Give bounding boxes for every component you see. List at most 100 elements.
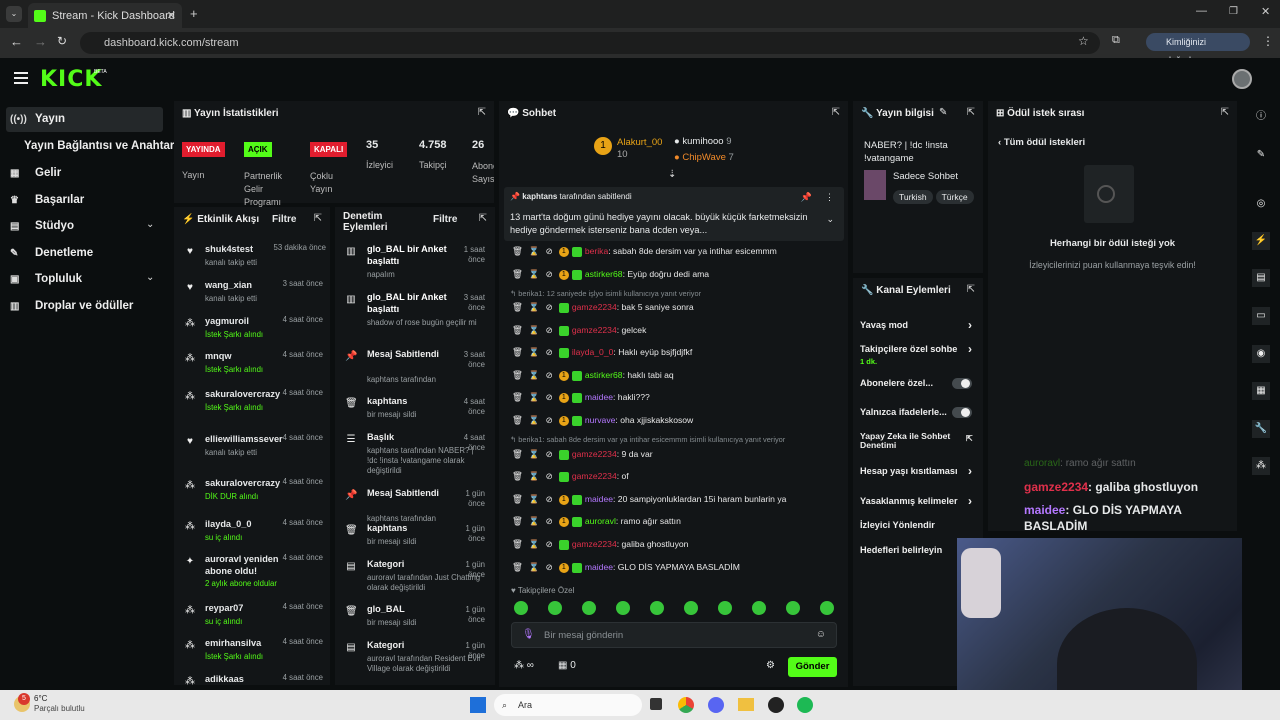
expand-icon[interactable]: ⇱: [1221, 107, 1229, 118]
toggle-switch[interactable]: [952, 378, 972, 390]
ban-icon[interactable]: ⊘: [546, 392, 553, 402]
activity-item[interactable]: ⁂ reypar07 4 saat önce su iç alındı: [174, 602, 330, 636]
emoji-icon[interactable]: ☺: [816, 629, 826, 640]
points-indicator[interactable]: ⁂ ∞: [514, 660, 534, 671]
channel-action[interactable]: Yavaş mod ›: [860, 318, 980, 332]
emote-icon[interactable]: [548, 601, 562, 615]
edit-icon[interactable]: ✎: [939, 107, 947, 118]
hamburger-menu-icon[interactable]: [14, 72, 28, 84]
sidebar-item-droplar[interactable]: ▥ Droplar ve ödüller: [10, 300, 133, 312]
activity-item[interactable]: ⁂ sakuralovercrazy 4 saat önce İstek Şar…: [174, 388, 330, 422]
chat-username[interactable]: gamze2234: [572, 539, 617, 549]
mod-item[interactable]: ☰ Başlık 4 saat önce kaphtans tarafından…: [335, 431, 495, 475]
emote-icon[interactable]: [718, 601, 732, 615]
delete-icon[interactable]: 🗑: [512, 415, 523, 425]
close-window-icon[interactable]: ✕: [1261, 5, 1270, 18]
timeout-icon[interactable]: ⌛: [529, 494, 540, 504]
chat-message[interactable]: 🗑 ⌛ ⊘ ilayda_0_0: Haklı eyüp bsjfjdjfkf: [512, 347, 692, 358]
delete-icon[interactable]: 🗑: [512, 302, 523, 312]
back-icon[interactable]: ←: [10, 34, 23, 49]
timeout-icon[interactable]: ⌛: [529, 392, 540, 402]
activity-item[interactable]: ⁂ adikkaas 4 saat önce: [174, 673, 330, 685]
tag-chip[interactable]: Turkish: [893, 190, 933, 204]
chat-message[interactable]: 🗑 ⌛ ⊘ gamze2234: of: [512, 471, 629, 482]
timeout-icon[interactable]: ⌛: [529, 302, 540, 312]
ban-icon[interactable]: ⊘: [546, 370, 553, 380]
task-view-icon[interactable]: [650, 698, 662, 710]
store-indicator[interactable]: ▦ 0: [558, 660, 576, 671]
chat-message[interactable]: 🗑 ⌛ ⊘ gamze2234: bak 5 saniye sonra: [512, 302, 694, 313]
emote-icon[interactable]: [684, 601, 698, 615]
channel-action[interactable]: Yalnızca ifadelerle...: [860, 407, 980, 419]
channel-action[interactable]: Yapay Zeka ile Sohbet Denetimi ⇱: [860, 432, 980, 452]
chat-username[interactable]: auroravl: [585, 516, 616, 526]
chat-message[interactable]: 🗑 ⌛ ⊘ gamze2234: 9 da var: [512, 449, 653, 460]
category-name[interactable]: Sadece Sohbet: [893, 171, 958, 182]
channel-action[interactable]: Hesap yaşı kısıtlaması ›: [860, 464, 980, 478]
channel-action[interactable]: İzleyici Yönlendir: [860, 520, 980, 532]
delete-icon[interactable]: 🗑: [512, 516, 523, 526]
taskbar-search[interactable]: Ara ⌕: [494, 694, 642, 716]
ban-icon[interactable]: ⊘: [546, 325, 553, 335]
file-explorer-icon[interactable]: [738, 698, 754, 711]
expand-icon[interactable]: ⇱: [479, 213, 487, 224]
extensions-icon[interactable]: ⧉: [1112, 34, 1120, 47]
mod-item[interactable]: ▤ Kategori 1 gün önce auroravl tarafında…: [335, 558, 495, 602]
emote-icon[interactable]: [650, 601, 664, 615]
timeout-icon[interactable]: ⌛: [529, 539, 540, 549]
chat-username[interactable]: gamze2234: [572, 449, 617, 459]
chat-message[interactable]: 🗑 ⌛ ⊘ 1 auroravl: ramo ağır sattın: [512, 516, 681, 527]
delete-icon[interactable]: 🗑: [512, 494, 523, 504]
activity-item[interactable]: ✦ auroravl yeniden abone oldu! 4 saat ön…: [174, 553, 330, 588]
maximize-icon[interactable]: ❐: [1229, 6, 1238, 17]
sidebar-item-denetleme[interactable]: ✎ Denetleme: [10, 247, 93, 259]
chat-settings-icon[interactable]: ⚙: [766, 660, 775, 671]
bookmark-star-icon[interactable]: ☆: [1078, 34, 1089, 48]
timeout-icon[interactable]: ⌛: [529, 370, 540, 380]
emote-icon[interactable]: [514, 601, 528, 615]
chevron-down-icon[interactable]: ⌄: [146, 272, 154, 283]
chat-message[interactable]: 🗑 ⌛ ⊘ 1 maidee: GLO DİS YAPMAYA BASLADİM: [512, 562, 740, 573]
chat-username[interactable]: maidee: [585, 392, 613, 402]
chat-input[interactable]: 🎙 Bir mesaj gönderin ☺: [511, 622, 837, 648]
mod-item[interactable]: ▥ glo_BAL bir Anket başlattı 1 saat önce…: [335, 243, 495, 287]
timeout-icon[interactable]: ⌛: [529, 471, 540, 481]
ban-icon[interactable]: ⊘: [546, 562, 553, 572]
channel-action[interactable]: Yasaklanmış kelimeler ›: [860, 494, 980, 508]
browser-tab[interactable]: Stream - Kick Dashboard ✕: [28, 3, 182, 28]
activity-icon[interactable]: ⚡: [1252, 232, 1270, 250]
rewards-icon[interactable]: ⁂: [1252, 457, 1270, 475]
wrench-icon[interactable]: 🔧: [1252, 420, 1270, 438]
activity-item[interactable]: ⁂ mnqw 4 saat önce İstek Şarkı alındı: [174, 350, 330, 384]
emote-icon[interactable]: [616, 601, 630, 615]
emote-icon[interactable]: [820, 601, 834, 615]
emote-icon[interactable]: [786, 601, 800, 615]
chat-username[interactable]: maidee: [585, 562, 613, 572]
chat-message[interactable]: 🗑 ⌛ ⊘ 1 nurvave: oha xjjiskakskosow: [512, 415, 693, 426]
chat-message[interactable]: 🗑 ⌛ ⊘ 1 maidee: 20 sampiyonluklardan 15i har…: [512, 494, 786, 505]
delete-icon[interactable]: 🗑: [512, 269, 523, 279]
activity-item[interactable]: ♥ elliewilliamssever 4 saat önce kanalı …: [174, 433, 330, 467]
delete-icon[interactable]: 🗑: [512, 347, 523, 357]
delete-icon[interactable]: 🗑: [512, 370, 523, 380]
more-icon[interactable]: ⋮: [825, 192, 834, 203]
sidebar-item-studyo[interactable]: ▤ Stüdyo: [10, 220, 74, 232]
ban-icon[interactable]: ⊘: [546, 449, 553, 459]
url-field[interactable]: dashboard.kick.com/stream: [80, 32, 1100, 54]
scroll-down-icon[interactable]: ⇣: [668, 169, 676, 180]
edit-icon[interactable]: ✎: [1252, 146, 1270, 164]
activity-item[interactable]: ♥ wang_xian 3 saat önce kanalı takip ett…: [174, 279, 330, 313]
minimize-icon[interactable]: —: [1196, 5, 1207, 17]
emote-icon[interactable]: [752, 601, 766, 615]
chevron-down-icon[interactable]: ⌄: [146, 219, 154, 230]
delete-icon[interactable]: 🗑: [512, 562, 523, 572]
expand-icon[interactable]: ⇱: [967, 107, 975, 118]
forward-icon[interactable]: →: [34, 34, 47, 49]
chat-icon[interactable]: ▭: [1252, 307, 1270, 325]
chat-message[interactable]: 🗑 ⌛ ⊘ 1 astirker68: Eyüp doğru dedi ama: [512, 269, 709, 280]
ban-icon[interactable]: ⊘: [546, 494, 553, 504]
info-icon[interactable]: ⓘ: [1252, 108, 1270, 126]
expand-icon[interactable]: ⇱: [832, 107, 840, 118]
profile-verify-button[interactable]: Kimliğinizi doğrulayın: [1146, 33, 1250, 65]
sidebar-item-stream-key[interactable]: Yayın Bağlantısı ve Anahtarı: [24, 140, 178, 152]
